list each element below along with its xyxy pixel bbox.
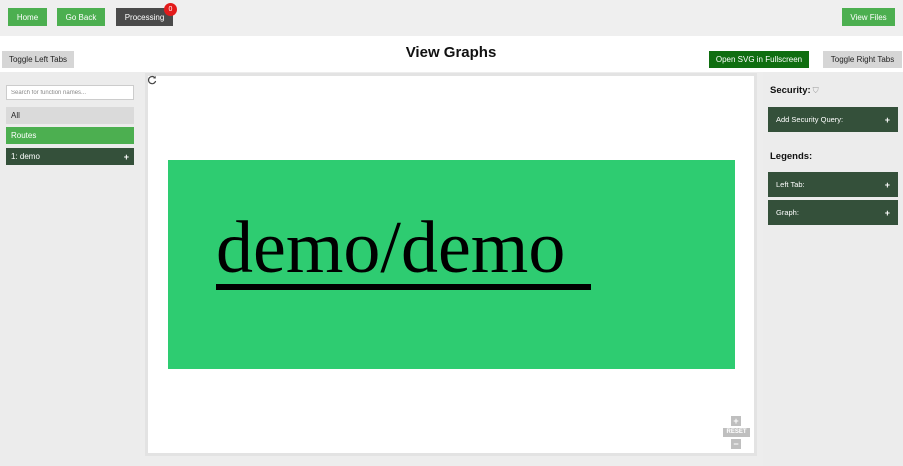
page-title: View Graphs: [405, 44, 497, 61]
legend-graph-accordion[interactable]: Graph: +: [768, 200, 898, 225]
list-item-label: 1: demo: [11, 152, 40, 161]
list-item-all[interactable]: All: [6, 107, 134, 124]
graph-node-label[interactable]: demo/demo: [216, 208, 596, 288]
zoom-out-icon[interactable]: −: [731, 439, 741, 449]
list-item-demo[interactable]: 1: demo +: [6, 148, 134, 165]
toggle-left-tabs-button[interactable]: Toggle Left Tabs: [2, 51, 74, 68]
accordion-label: Graph:: [776, 208, 799, 217]
expand-plus-icon[interactable]: +: [885, 180, 890, 190]
legends-section-title: Legends:: [770, 151, 813, 162]
processing-count-badge: 0: [164, 3, 177, 16]
add-security-query-accordion[interactable]: Add Security Query: +: [768, 107, 898, 132]
expand-plus-icon[interactable]: +: [885, 115, 890, 125]
list-item-routes[interactable]: Routes: [6, 127, 134, 144]
expand-plus-icon[interactable]: +: [124, 152, 129, 162]
refresh-icon[interactable]: [147, 75, 157, 85]
expand-plus-icon[interactable]: +: [885, 208, 890, 218]
home-button[interactable]: Home: [8, 8, 47, 26]
shield-icon: ⛉: [812, 86, 819, 95]
toggle-right-tabs-button[interactable]: Toggle Right Tabs: [823, 51, 902, 68]
view-files-button[interactable]: View Files: [842, 8, 895, 26]
list-item-label: All: [11, 111, 20, 120]
security-title-label: Security:: [770, 85, 811, 96]
go-back-button[interactable]: Go Back: [57, 8, 105, 26]
accordion-label: Left Tab:: [776, 180, 805, 189]
list-item-label: Routes: [11, 131, 37, 140]
function-search-input[interactable]: [6, 85, 134, 100]
security-section-title: Security: ⛉: [770, 85, 819, 96]
zoom-reset-button[interactable]: RESET: [723, 428, 750, 437]
zoom-in-icon[interactable]: +: [731, 416, 741, 426]
legend-left-tab-accordion[interactable]: Left Tab: +: [768, 172, 898, 197]
graph-node-underline: [216, 284, 591, 290]
accordion-label: Add Security Query:: [776, 115, 844, 124]
open-svg-fullscreen-button[interactable]: Open SVG in Fullscreen: [709, 51, 809, 68]
